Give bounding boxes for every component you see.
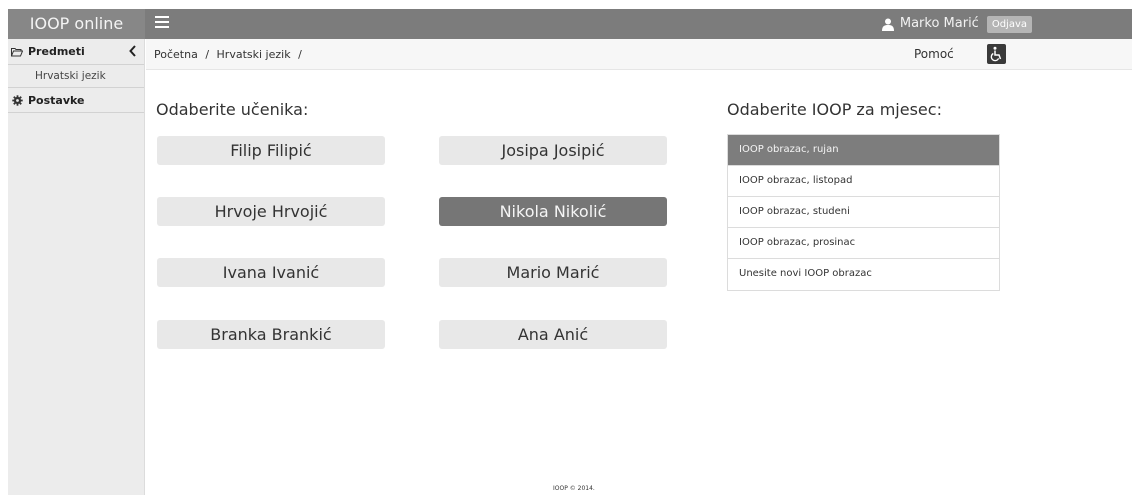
top-navbar: IOOP online Marko Marić Odjava bbox=[8, 9, 1132, 39]
ioop-list-item[interactable]: IOOP obrazac, prosinac bbox=[728, 228, 999, 259]
student-button[interactable]: Josipa Josipić bbox=[439, 136, 667, 165]
breadcrumb-separator: / bbox=[205, 48, 210, 61]
ioop-list-item[interactable]: IOOP obrazac, studeni bbox=[728, 197, 999, 228]
breadcrumb-bar: Početna / Hrvatski jezik / Pomoć bbox=[146, 39, 1132, 70]
student-button[interactable]: Filip Filipić bbox=[157, 136, 385, 165]
sidebar-item-label: Postavke bbox=[28, 93, 85, 107]
app-brand[interactable]: IOOP online bbox=[8, 9, 145, 39]
sidebar-item-postavke[interactable]: Postavke bbox=[8, 87, 144, 113]
new-ioop-form-item[interactable]: Unesite novi IOOP obrazac bbox=[728, 259, 999, 290]
gear-icon bbox=[8, 94, 26, 106]
student-button[interactable]: Mario Marić bbox=[439, 258, 667, 287]
folder-open-icon bbox=[8, 47, 26, 57]
user-icon bbox=[881, 18, 894, 31]
sidebar-item-predmeti[interactable]: Predmeti bbox=[8, 39, 144, 65]
ioop-list-item-selected[interactable]: IOOP obrazac, rujan bbox=[728, 135, 999, 166]
breadcrumb-hrvatski-jezik-link[interactable]: Hrvatski jezik bbox=[217, 48, 291, 61]
student-button[interactable]: Branka Brankić bbox=[157, 320, 385, 349]
student-button[interactable]: Hrvoje Hrvojić bbox=[157, 197, 385, 226]
ioop-list-item[interactable]: IOOP obrazac, listopad bbox=[728, 166, 999, 197]
student-button[interactable]: Ivana Ivanić bbox=[157, 258, 385, 287]
students-heading: Odaberite učenika: bbox=[156, 100, 309, 119]
ioop-heading: Odaberite IOOP za mjesec: bbox=[727, 100, 942, 119]
wheelchair-accessibility-icon[interactable] bbox=[987, 44, 1006, 64]
user-name[interactable]: Marko Marić bbox=[900, 9, 979, 39]
sidebar: Predmeti Hrvatski jezik Postavke bbox=[8, 39, 145, 495]
hamburger-menu-icon[interactable] bbox=[155, 16, 169, 32]
logout-button[interactable]: Odjava bbox=[986, 15, 1032, 33]
breadcrumb-home-link[interactable]: Početna bbox=[154, 48, 198, 61]
student-button-selected[interactable]: Nikola Nikolić bbox=[439, 197, 667, 226]
student-button[interactable]: Ana Anić bbox=[439, 320, 667, 349]
breadcrumb-separator: / bbox=[298, 48, 302, 61]
help-link[interactable]: Pomoć bbox=[914, 39, 954, 70]
sidebar-item-label: Predmeti bbox=[28, 45, 85, 58]
chevron-left-icon[interactable] bbox=[128, 45, 138, 57]
sidebar-item-label: Hrvatski jezik bbox=[35, 70, 106, 82]
ioop-list: IOOP obrazac, rujan IOOP obrazac, listop… bbox=[727, 134, 1000, 291]
breadcrumb: Početna / Hrvatski jezik / bbox=[154, 39, 306, 70]
user-area: Marko Marić Odjava bbox=[881, 9, 1032, 39]
footer-copyright: IOOP © 2014. bbox=[553, 485, 595, 492]
sidebar-item-hrvatski-jezik[interactable]: Hrvatski jezik bbox=[8, 65, 144, 87]
